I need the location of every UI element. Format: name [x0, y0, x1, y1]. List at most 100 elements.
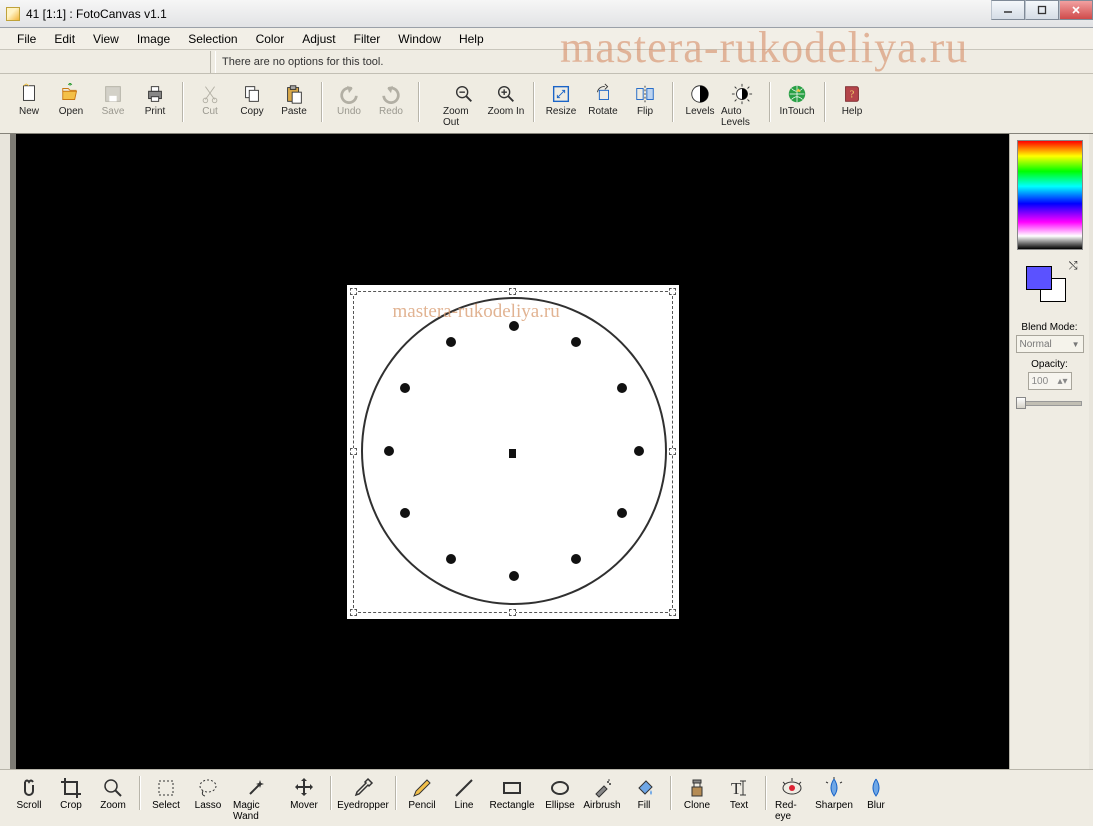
blur-icon — [864, 776, 888, 800]
undo-label: Undo — [337, 106, 361, 117]
rotate-button[interactable]: Rotate — [582, 80, 624, 119]
cut-button[interactable]: Cut — [189, 80, 231, 119]
rotate-label: Rotate — [588, 106, 617, 117]
eyedropper-tool[interactable]: Eyedropper — [336, 774, 390, 813]
blur-tool[interactable]: Blur — [855, 774, 897, 813]
print-icon — [143, 82, 167, 106]
lasso-icon — [196, 776, 220, 800]
ellipse-label: Ellipse — [545, 800, 574, 811]
help-icon: ? — [840, 82, 864, 106]
rectangle-tool[interactable]: Rectangle — [485, 774, 539, 813]
opacity-label: Opacity: — [1031, 359, 1068, 370]
opacity-slider[interactable] — [1018, 396, 1082, 410]
undo-button[interactable]: Undo — [328, 80, 370, 119]
menu-adjust[interactable]: Adjust — [293, 29, 344, 49]
airbrush-tool[interactable]: Airbrush — [581, 774, 623, 813]
close-button[interactable] — [1059, 0, 1093, 20]
magicwand-tool[interactable]: Magic Wand — [229, 774, 283, 824]
color-spectrum[interactable] — [1017, 140, 1083, 250]
levels-button[interactable]: Levels — [679, 80, 721, 119]
artboard[interactable]: mastera-rukodeliya.ru — [347, 285, 679, 619]
opacity-input[interactable]: 100 ▴▾ — [1028, 372, 1072, 390]
zoomout-label: Zoom Out — [443, 106, 485, 128]
titlebar: 41 [1:1] : FotoCanvas v1.1 — [0, 0, 1093, 28]
paste-icon — [282, 82, 306, 106]
copy-icon — [240, 82, 264, 106]
text-tool[interactable]: TText — [718, 774, 760, 813]
zoomout-button[interactable]: Zoom Out — [443, 80, 485, 130]
menu-selection[interactable]: Selection — [179, 29, 246, 49]
resize-label: Resize — [546, 106, 577, 117]
maximize-button[interactable] — [1025, 0, 1059, 20]
slider-thumb[interactable] — [1016, 397, 1026, 409]
line-tool[interactable]: Line — [443, 774, 485, 813]
color-swatches[interactable]: ⤭ — [1020, 260, 1080, 310]
scroll-tool[interactable]: Scroll — [8, 774, 50, 813]
center-mark — [509, 449, 516, 458]
scroll-label: Scroll — [16, 800, 41, 811]
zoom-tool[interactable]: Zoom — [92, 774, 134, 813]
redeye-tool[interactable]: Red-eye — [771, 774, 813, 824]
foreground-color-swatch[interactable] — [1026, 266, 1052, 290]
flip-button[interactable]: Flip — [624, 80, 666, 119]
autolevels-button[interactable]: Auto Levels — [721, 80, 763, 130]
mover-label: Mover — [290, 800, 318, 811]
new-button[interactable]: New — [8, 80, 50, 119]
airbrush-label: Airbrush — [583, 800, 620, 811]
eyedropper-label: Eyedropper — [337, 800, 389, 811]
menu-file[interactable]: File — [8, 29, 45, 49]
rotate-icon — [591, 82, 615, 106]
help-button[interactable]: ?Help — [831, 80, 873, 119]
pencil-tool[interactable]: Pencil — [401, 774, 443, 813]
menu-view[interactable]: View — [84, 29, 128, 49]
menu-image[interactable]: Image — [128, 29, 179, 49]
menu-edit[interactable]: Edit — [45, 29, 84, 49]
mover-tool[interactable]: Mover — [283, 774, 325, 813]
menu-color[interactable]: Color — [247, 29, 294, 49]
crop-tool[interactable]: Crop — [50, 774, 92, 813]
menu-help[interactable]: Help — [450, 29, 493, 49]
canvas-area[interactable]: mastera-rukodeliya.ru — [16, 134, 1009, 769]
copy-button[interactable]: Copy — [231, 80, 273, 119]
crop-icon — [59, 776, 83, 800]
rectangle-label: Rectangle — [489, 800, 534, 811]
print-label: Print — [145, 106, 166, 117]
scroll-icon — [17, 776, 41, 800]
open-button[interactable]: Open — [50, 80, 92, 119]
hour-dot — [384, 446, 394, 456]
redo-button[interactable]: Redo — [370, 80, 412, 119]
blend-mode-select[interactable]: Normal ▼ — [1016, 335, 1084, 353]
open-label: Open — [59, 106, 83, 117]
options-divider — [210, 51, 216, 73]
clone-label: Clone — [684, 800, 710, 811]
swap-colors-icon[interactable]: ⤭ — [1069, 260, 1078, 273]
crop-label: Crop — [60, 800, 82, 811]
intouch-button[interactable]: InTouch — [776, 80, 818, 119]
menu-window[interactable]: Window — [389, 29, 450, 49]
line-label: Line — [455, 800, 474, 811]
main-toolbar: New Open Save Print CutCopyPaste Undo Redo Zoom… — [0, 74, 1093, 134]
clone-tool[interactable]: Clone — [676, 774, 718, 813]
minimize-button[interactable] — [991, 0, 1025, 20]
resize-icon — [549, 82, 573, 106]
fill-tool[interactable]: Fill — [623, 774, 665, 813]
fill-icon — [632, 776, 656, 800]
print-button[interactable]: Print — [134, 80, 176, 119]
ellipse-icon — [548, 776, 572, 800]
menu-filter[interactable]: Filter — [345, 29, 390, 49]
intouch-icon — [785, 82, 809, 106]
lasso-tool[interactable]: Lasso — [187, 774, 229, 813]
paste-button[interactable]: Paste — [273, 80, 315, 119]
save-label: Save — [102, 106, 125, 117]
select-tool[interactable]: Select — [145, 774, 187, 813]
save-button[interactable]: Save — [92, 80, 134, 119]
zoomin-button[interactable]: Zoom In — [485, 80, 527, 119]
spinner-icon: ▴▾ — [1057, 376, 1067, 387]
resize-button[interactable]: Resize — [540, 80, 582, 119]
new-label: New — [19, 106, 39, 117]
ellipse-tool[interactable]: Ellipse — [539, 774, 581, 813]
sharpen-tool[interactable]: Sharpen — [813, 774, 855, 813]
levels-label: Levels — [686, 106, 715, 117]
sharpen-label: Sharpen — [815, 800, 853, 811]
options-text: There are no options for this tool. — [222, 56, 383, 68]
